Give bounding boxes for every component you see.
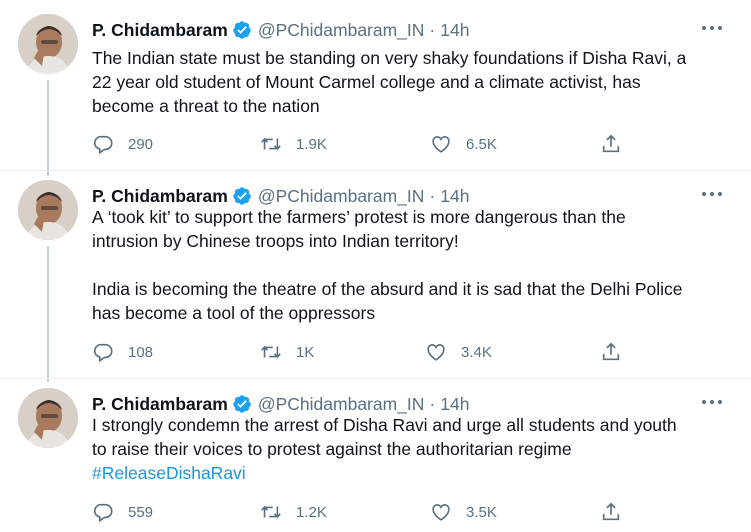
like-icon bbox=[432, 136, 450, 153]
author-handle[interactable]: @PChidambaram_IN bbox=[258, 186, 425, 207]
avatar[interactable] bbox=[18, 388, 78, 448]
reply-icon bbox=[93, 135, 113, 155]
tweet-timestamp[interactable]: 14h bbox=[440, 186, 469, 207]
author-name[interactable]: P. Chidambaram bbox=[92, 394, 228, 415]
separator-dot: · bbox=[429, 393, 436, 414]
tweet-text-line: become a threat to the nation bbox=[92, 96, 320, 116]
tweet-text-line: to raise their voices to protest against… bbox=[92, 439, 572, 459]
tweet[interactable]: P. Chidambaram @PChidambaram_IN · 14h A … bbox=[0, 180, 751, 380]
verified-badge-icon bbox=[233, 395, 251, 413]
share-icon bbox=[602, 134, 620, 153]
tweet-text-line: has become a tool of the oppressors bbox=[92, 303, 376, 323]
reply-count: 290 bbox=[128, 135, 154, 153]
verified-badge-icon bbox=[233, 187, 251, 205]
share-button[interactable] bbox=[600, 500, 622, 524]
tweet-divider bbox=[0, 170, 751, 171]
author-name[interactable]: P. Chidambaram bbox=[92, 186, 228, 207]
more-options-icon[interactable] bbox=[699, 392, 725, 412]
like-button[interactable]: 3.5K bbox=[430, 500, 497, 524]
tweet-actions: 290 1.9K 6.5K bbox=[92, 132, 652, 156]
retweet-count: 1.9K bbox=[296, 135, 327, 153]
verified-badge-icon bbox=[233, 21, 251, 39]
tweet[interactable]: P. Chidambaram @PChidambaram_IN · 14h Th… bbox=[0, 14, 751, 164]
like-button[interactable]: 3.4K bbox=[425, 340, 492, 364]
separator-dot: · bbox=[429, 19, 436, 40]
retweet-icon bbox=[261, 137, 281, 151]
share-icon bbox=[602, 502, 620, 521]
more-options-icon[interactable] bbox=[699, 18, 725, 38]
like-count: 3.5K bbox=[466, 503, 497, 521]
retweet-icon bbox=[261, 505, 281, 519]
tweet-divider bbox=[0, 378, 751, 379]
share-button[interactable] bbox=[600, 340, 622, 364]
reply-button[interactable]: 290 bbox=[92, 132, 153, 156]
tweet-header: P. Chidambaram @PChidambaram_IN · 14h bbox=[92, 18, 469, 42]
tweet-timestamp[interactable]: 14h bbox=[440, 20, 469, 41]
reply-icon bbox=[93, 503, 113, 523]
retweet-button[interactable]: 1K bbox=[260, 340, 314, 364]
tweet-text-line: The Indian state must be standing on ver… bbox=[92, 48, 687, 68]
author-name[interactable]: P. Chidambaram bbox=[92, 20, 228, 41]
tweet-text: The Indian state must be standing on ver… bbox=[92, 46, 732, 118]
retweet-icon bbox=[261, 345, 281, 359]
author-handle[interactable]: @PChidambaram_IN bbox=[258, 20, 425, 41]
like-count: 6.5K bbox=[466, 135, 497, 153]
like-icon bbox=[427, 344, 445, 361]
tweet-timestamp[interactable]: 14h bbox=[440, 394, 469, 415]
author-handle[interactable]: @PChidambaram_IN bbox=[258, 394, 425, 415]
retweet-count: 1K bbox=[296, 343, 315, 361]
more-options-icon[interactable] bbox=[699, 184, 725, 204]
tweet-text-line: intrusion by Chinese troops into Indian … bbox=[92, 231, 459, 251]
tweet[interactable]: P. Chidambaram @PChidambaram_IN · 14h I … bbox=[0, 388, 751, 532]
tweet-text-line: 22 year old student of Mount Carmel coll… bbox=[92, 72, 641, 92]
avatar[interactable] bbox=[18, 180, 78, 240]
like-count: 3.4K bbox=[461, 343, 492, 361]
tweet-text-line: India is becoming the theatre of the abs… bbox=[92, 279, 683, 299]
tweet-actions: 108 1K 3.4K bbox=[92, 340, 652, 364]
retweet-button[interactable]: 1.9K bbox=[260, 132, 327, 156]
share-button[interactable] bbox=[600, 132, 622, 156]
tweet-text-line: A ‘took kit’ to support the farmers’ pro… bbox=[92, 207, 626, 227]
reply-button[interactable]: 108 bbox=[92, 340, 153, 364]
reply-button[interactable]: 559 bbox=[92, 500, 153, 524]
reply-icon bbox=[93, 343, 113, 363]
separator-dot: · bbox=[429, 185, 436, 206]
tweet-text: A ‘took kit’ to support the farmers’ pro… bbox=[92, 205, 732, 325]
avatar[interactable] bbox=[18, 14, 78, 74]
tweet-text: I strongly condemn the arrest of Disha R… bbox=[92, 413, 732, 485]
reply-count: 559 bbox=[128, 503, 154, 521]
retweet-count: 1.2K bbox=[296, 503, 327, 521]
tweet-actions: 559 1.2K 3.5K bbox=[92, 500, 652, 524]
like-icon bbox=[432, 504, 450, 521]
hashtag-link[interactable]: #ReleaseDishaRavi bbox=[92, 463, 246, 483]
reply-count: 108 bbox=[128, 343, 154, 361]
retweet-button[interactable]: 1.2K bbox=[260, 500, 327, 524]
like-button[interactable]: 6.5K bbox=[430, 132, 497, 156]
tweet-text-line: I strongly condemn the arrest of Disha R… bbox=[92, 415, 677, 435]
share-icon bbox=[602, 342, 620, 361]
